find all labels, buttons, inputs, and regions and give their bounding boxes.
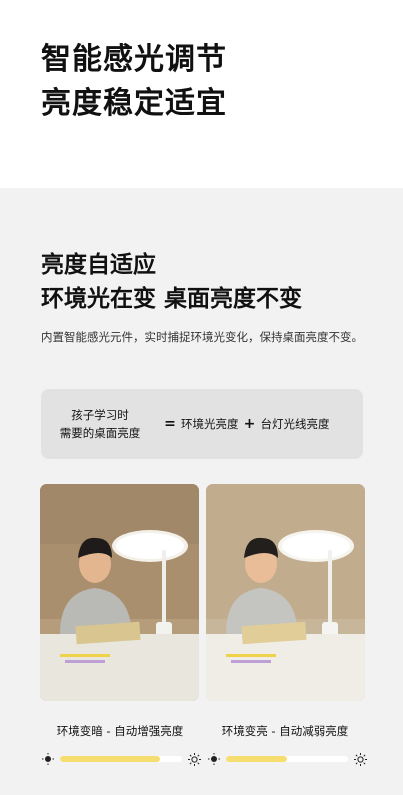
hero-title-line-1: 智能感光调节	[41, 42, 227, 77]
caption-bright: 环境变亮 - 自动减弱亮度	[221, 724, 349, 738]
caption-dim: 环境变暗 - 自动增强亮度	[56, 724, 184, 738]
brightness-fill	[226, 756, 287, 762]
page: 智能感光调节 亮度稳定适宜 亮度自适应 环境光在变 桌面亮度不变 内置智能感光元…	[0, 0, 403, 795]
hero-title: 智能感光调节 亮度稳定适宜	[41, 38, 371, 126]
brightness-track	[60, 756, 182, 762]
formula-term-ambient: 环境光亮度	[181, 417, 239, 431]
formula-term-lamp: 台灯光线亮度	[260, 417, 330, 431]
section-title-line-2: 环境光在变 桌面亮度不变	[41, 286, 303, 312]
brightness-track	[226, 756, 348, 762]
sun-dim-icon	[207, 752, 221, 766]
sun-dim-icon	[41, 752, 55, 766]
formula-plus: +	[243, 416, 256, 432]
brightness-formula: 孩子学习时 需要的桌面亮度 = 环境光亮度 + 台灯光线亮度	[41, 389, 363, 459]
brightness-bar-dim	[41, 752, 201, 766]
hero-title-line-2: 亮度稳定适宜	[41, 86, 227, 121]
sun-bright-icon	[353, 752, 367, 766]
formula-result-line-2: 需要的桌面亮度	[59, 426, 141, 440]
adaptive-brightness-section: 亮度自适应 环境光在变 桌面亮度不变 内置智能感光元件，实时捕捉环境光变化，保持…	[0, 188, 403, 795]
brightness-bar-bright	[207, 752, 367, 766]
formula-result-line-1: 孩子学习时	[71, 408, 129, 422]
photo-bright-environment	[206, 484, 365, 701]
section-title: 亮度自适应 环境光在变 桌面亮度不变	[41, 248, 381, 316]
hero-banner: 智能感光调节 亮度稳定适宜	[0, 0, 403, 188]
section-title-line-1: 亮度自适应	[41, 252, 156, 278]
section-description: 内置智能感光元件，实时捕捉环境光变化，保持桌面亮度不变。	[41, 330, 363, 344]
photo-dim-environment	[40, 484, 199, 701]
sun-bright-icon	[187, 752, 201, 766]
formula-equals: =	[164, 416, 176, 432]
formula-result: 孩子学习时 需要的桌面亮度	[41, 406, 159, 442]
brightness-fill	[60, 756, 161, 762]
